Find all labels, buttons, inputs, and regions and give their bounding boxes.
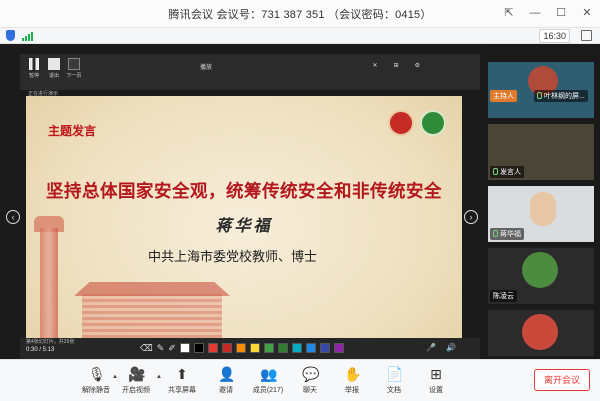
previous-slide-icon[interactable]: ‹ [6,210,20,224]
presentation-toolbar: 暂停 退出 下一页 播放 ✕ ⊞ ⚙ [20,54,480,90]
participant-sidebar: 主持人 叶林纲的屏... 发言人 蒋华福 陈凌云 [484,44,600,359]
pause-icon [29,58,39,70]
maximize-icon[interactable]: ☐ [554,6,568,20]
slide-bottom-bar: 第4张幻灯片，共29张 0:30 / 5:13 ⌫ ✎ ✐ 🎤 🔊 [20,338,480,359]
institute-logo-icon [420,110,446,136]
settings-label: 设置 [429,387,443,394]
pen-color-orange[interactable] [235,343,246,353]
window-title: 腾讯会议 会议号：731 387 351 （会议密码：0415） [168,8,432,21]
window-controls: ⇱ — ☐ ✕ [502,6,594,20]
pen-icon[interactable]: ✐ [168,343,176,353]
share-screen-icon: ⬆ [176,366,188,382]
pen-color-red[interactable] [207,343,218,353]
members-icon: 👥 [260,366,278,382]
play-label[interactable]: 播放 [200,62,212,71]
settings-icon[interactable]: ⚙ [415,62,420,69]
participant-tile[interactable]: 陈凌云 [488,248,594,304]
eraser-icon[interactable]: ⌫ [140,343,153,353]
fullscreen-icon[interactable] [581,30,592,41]
hand-icon: ✋ [344,366,362,382]
avatar [522,314,558,350]
grid-icon[interactable]: ⊞ [394,62,399,69]
participant-tile[interactable]: 蒋华福 [488,186,594,242]
participant-tile[interactable]: 主持人 叶林纲的屏... [488,62,594,118]
meeting-content: 暂停 退出 下一页 播放 ✕ ⊞ ⚙ 正在进行演示 主题发言 坚持总体国家安全观… [0,44,600,386]
next-icon [68,58,80,70]
slide-bottom-right-tools: 🎤 🔊 [426,343,456,352]
grid-settings-icon: ⊞ [430,366,442,382]
exit-label: 退出 [48,73,59,79]
avatar [530,192,556,226]
next-slide-icon[interactable]: › [464,210,478,224]
participant-name-label: 陈凌云 [493,293,514,300]
next-page-button[interactable]: 下一页 [64,58,84,79]
microphone-icon[interactable]: 🎤 [426,343,436,352]
close-icon[interactable]: ✕ [580,6,594,20]
chat-icon: 💬 [302,366,320,382]
meeting-toolbar: 🎙 解除静音 ▲ 🎥 开启视频 ▲ ⬆ 共享屏幕 👤 邀请 👥 成员(217) … [0,359,600,401]
participant-tile[interactable]: 发言人 [488,124,594,180]
pen-color-green[interactable] [263,343,274,353]
pen-color-dark-red[interactable] [221,343,232,353]
stop-icon [48,58,60,70]
avatar [522,252,558,288]
pen-color-purple[interactable] [333,343,344,353]
exit-button[interactable]: 退出 [44,58,64,79]
slide-affiliation: 中共上海市委党校教师、博士 [148,249,318,264]
participant-name: 发言人 [490,166,524,178]
participant-name-label: 发言人 [500,169,521,176]
add-user-icon: 👤 [218,366,236,382]
participant-name-label: 蒋华福 [500,231,521,238]
camera-icon: 🎥 [128,366,146,382]
host-badge: 主持人 [490,90,517,102]
pen-color-indigo[interactable] [319,343,330,353]
microphone-icon [493,168,498,175]
leave-meeting-button[interactable]: 离开会议 [534,369,590,391]
playback-time: 0:30 / 5:13 [26,347,55,353]
huabiao-pillar-decoration [40,228,58,348]
muted-microphone-icon: 🎙 [88,366,106,382]
pause-label: 暂停 [28,73,39,79]
annotation-tools: ⌫ ✎ ✐ [140,343,344,353]
pause-button[interactable]: 暂停 [24,58,44,79]
settings-button[interactable]: ⊞ 设置 [408,366,464,395]
network-signal-icon[interactable] [22,31,33,41]
volume-icon[interactable]: 🔊 [446,343,456,352]
next-page-label: 下一页 [66,73,82,79]
shared-screen-stage: 暂停 退出 下一页 播放 ✕ ⊞ ⚙ 正在进行演示 主题发言 坚持总体国家安全观… [0,44,484,386]
laser-pen-icon[interactable]: ✎ [157,343,165,353]
participant-tile[interactable] [488,310,594,356]
party-school-logo-icon [388,110,414,136]
participant-name: 叶林纲的屏... [534,90,588,102]
slide-speaker: 蒋华福 [215,216,273,235]
slide-title: 坚持总体国家安全观，统筹传统安全和非传统安全 [46,181,442,201]
title-bar: 腾讯会议 会议号：731 387 351 （会议密码：0415） ⇱ — ☐ ✕ [0,0,600,28]
microphone-icon [537,92,542,99]
participant-name: 陈凌云 [490,290,517,302]
pen-color-dark-green[interactable] [277,343,288,353]
pen-color-blue[interactable] [305,343,316,353]
pen-color-cyan[interactable] [291,343,302,353]
pin-icon[interactable]: ⇱ [502,6,516,20]
close-icon[interactable]: ✕ [373,62,378,69]
pen-color-yellow[interactable] [249,343,260,353]
participant-name: 蒋华福 [490,228,524,240]
slide-topic-label: 主题发言 [48,124,97,138]
pen-color-white[interactable] [179,343,190,353]
status-bar: 16:30 [0,28,600,44]
ppt-right-tools: ✕ ⊞ ⚙ [373,62,420,69]
pen-color-black[interactable] [193,343,204,353]
meeting-clock: 16:30 [539,29,570,43]
document-icon: 📄 [386,366,404,382]
minimize-icon[interactable]: — [528,6,542,20]
page-info: 第4张幻灯片，共29张 [26,339,75,345]
participant-name-label: 叶林纲的屏... [544,93,585,100]
microphone-icon [493,230,498,237]
security-shield-icon[interactable] [6,30,15,41]
